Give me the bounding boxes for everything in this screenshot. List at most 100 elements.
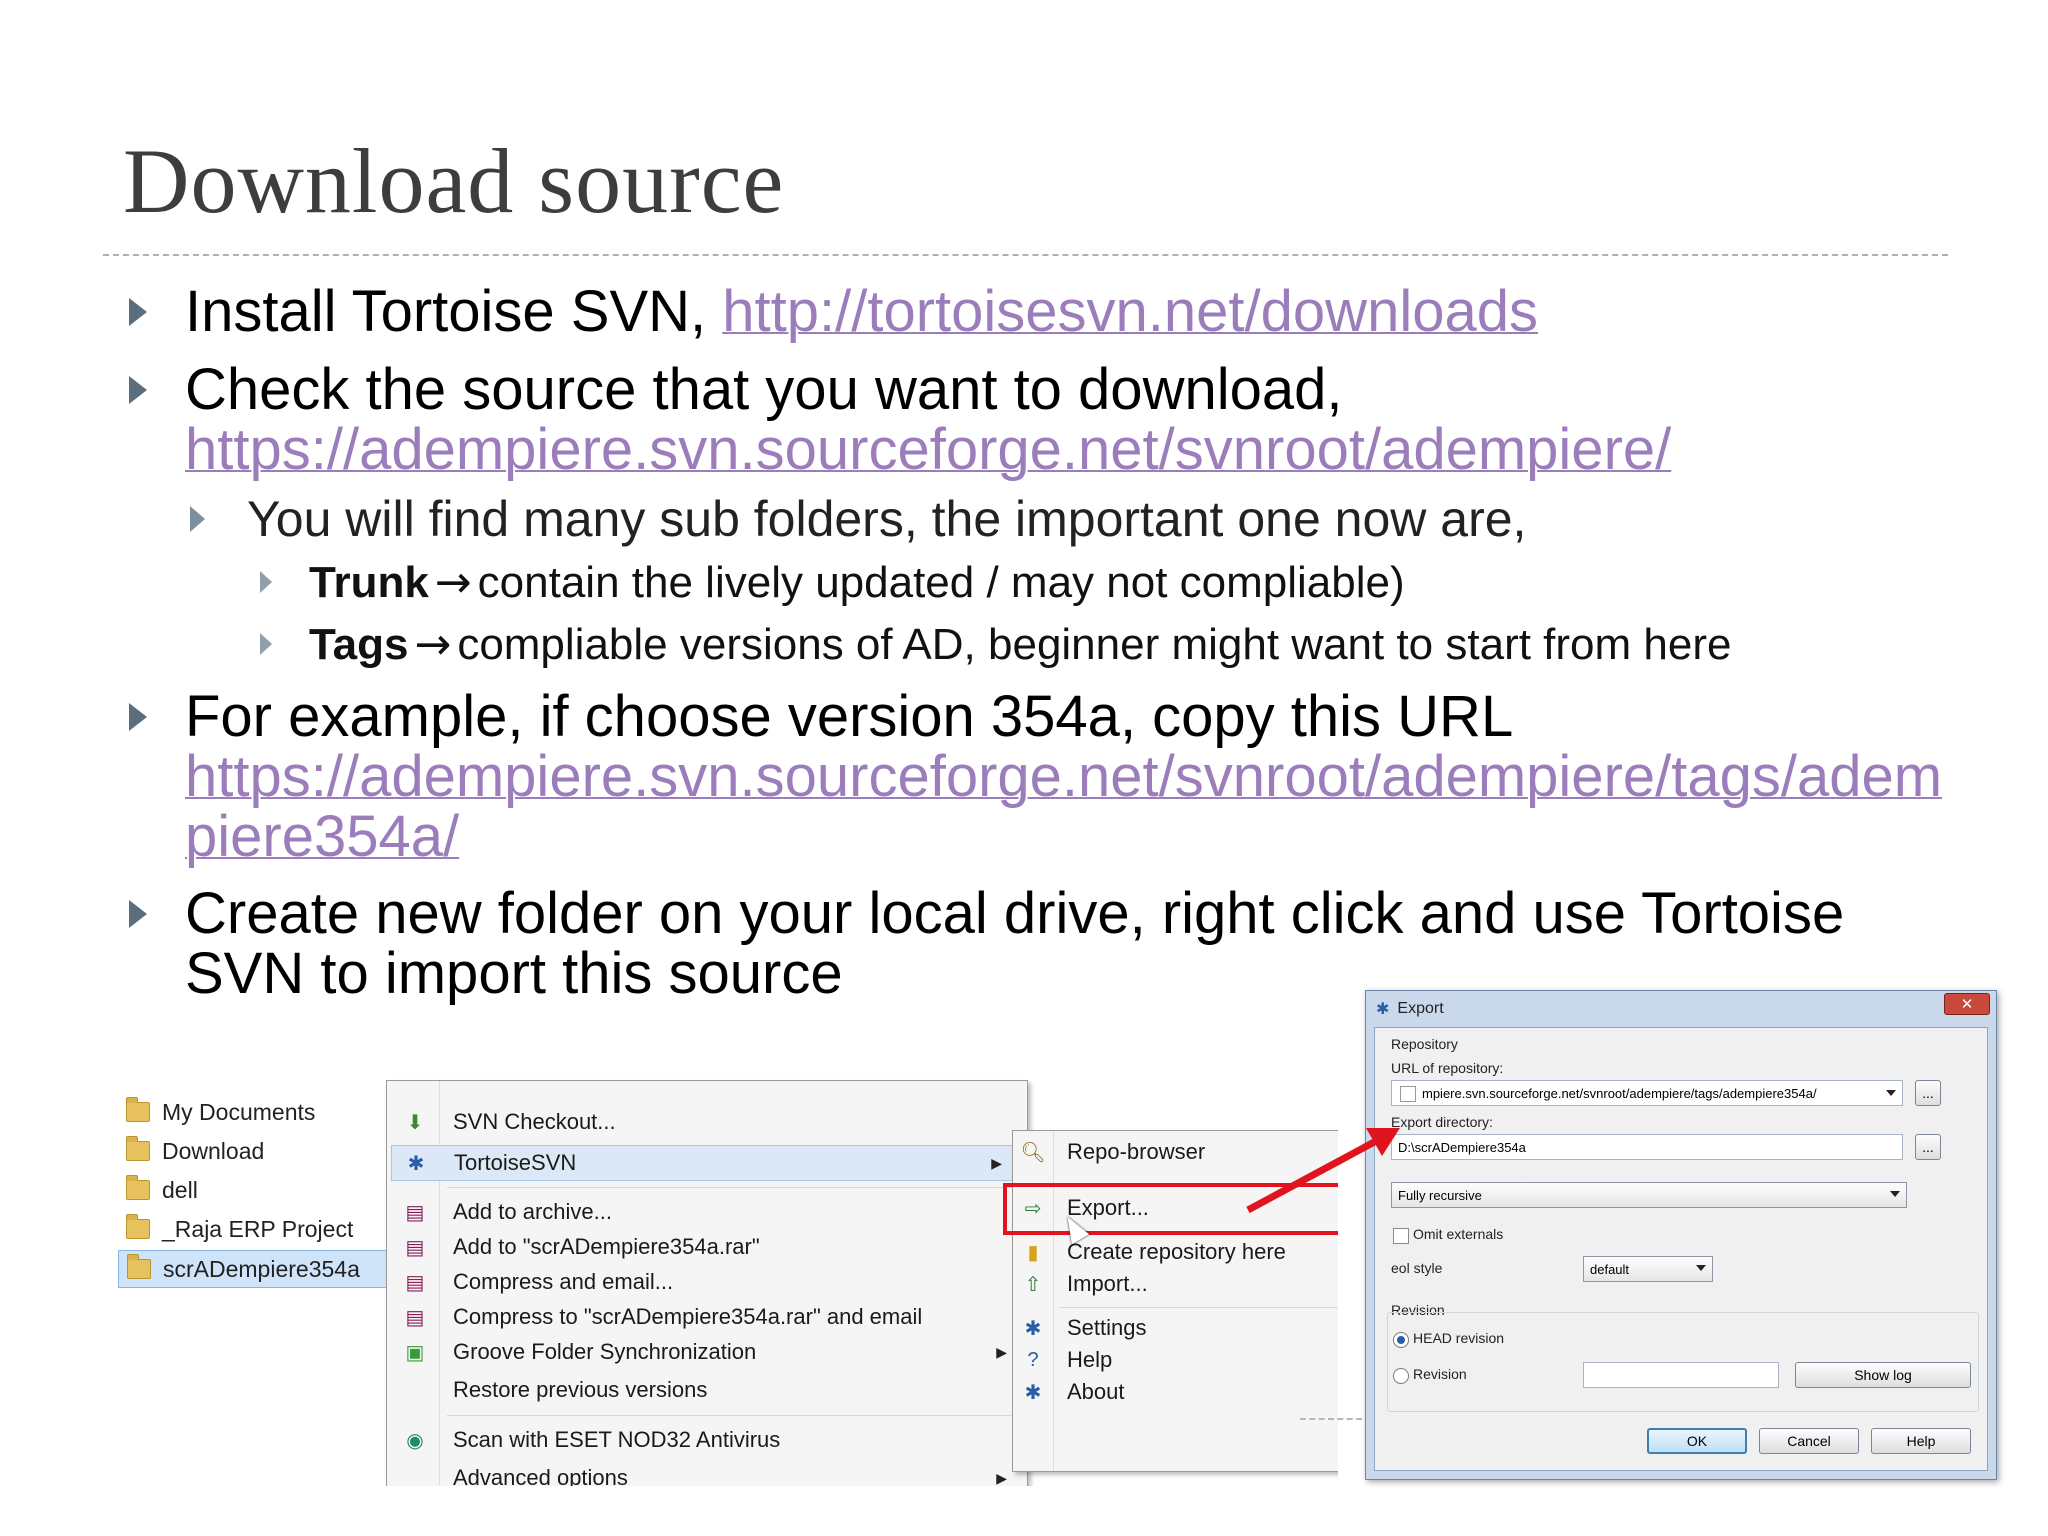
tortoise-download-link[interactable]: http://tortoisesvn.net/downloads bbox=[722, 279, 1538, 344]
menu-advanced-options[interactable]: Advanced options ▶ bbox=[387, 1461, 1027, 1486]
file-icon bbox=[1400, 1086, 1416, 1102]
bullet-text: You will find many sub folders, the impo… bbox=[247, 491, 1527, 547]
menu-tortoisesvn[interactable]: ✱ TortoiseSVN ▶ bbox=[391, 1145, 1023, 1181]
url-combo[interactable]: mpiere.svn.sourceforge.net/svnroot/ademp… bbox=[1391, 1080, 1903, 1106]
sub-sub-bullet-trunk: Trunk → contain the lively updated / may n… bbox=[260, 557, 1405, 608]
menu-compress-rar-email[interactable]: ▤ Compress to "scrADempiere354a.rar" and … bbox=[387, 1300, 1027, 1334]
settings-icon: ✱ bbox=[1024, 1317, 1042, 1340]
ok-button[interactable]: OK bbox=[1647, 1428, 1747, 1454]
chevron-down-icon bbox=[1890, 1191, 1900, 1197]
right-arrow-icon: → bbox=[434, 557, 472, 608]
winrar-icon: ▤ bbox=[405, 1201, 425, 1224]
menu-create-repo[interactable]: ▮ Create repository here bbox=[1013, 1235, 1338, 1269]
bullet-check-source-link: https://adempiere.svn.sourceforge.net/sv… bbox=[185, 416, 1671, 483]
slide-title: Download source bbox=[123, 130, 785, 232]
adempiere-svn-link[interactable]: https://adempiere.svn.sourceforge.net/sv… bbox=[185, 417, 1671, 482]
menu-add-archive[interactable]: ▤ Add to archive... bbox=[387, 1195, 1027, 1229]
menu-eset-scan[interactable]: ◉ Scan with ESET NOD32 Antivirus bbox=[387, 1423, 1027, 1457]
tags-label: Tags bbox=[309, 620, 409, 669]
menu-about[interactable]: ✱ About bbox=[1013, 1375, 1338, 1409]
bullet-check-source: Check the source that you want to downlo… bbox=[129, 356, 1343, 423]
bullet-arrow-icon bbox=[190, 506, 205, 532]
menu-add-rar[interactable]: ▤ Add to "scrADempiere354a.rar" bbox=[387, 1230, 1027, 1264]
revision-input[interactable] bbox=[1583, 1362, 1779, 1388]
export-highlight-box bbox=[1003, 1183, 1338, 1235]
context-menu: ⬇ SVN Checkout... ✱ TortoiseSVN ▶ ▤ Add to a… bbox=[386, 1080, 1028, 1486]
bullet-arrow-icon bbox=[129, 703, 147, 731]
url-label: URL of repository: bbox=[1391, 1060, 1504, 1076]
chevron-down-icon bbox=[1886, 1090, 1896, 1096]
head-revision-label: HEAD revision bbox=[1413, 1330, 1505, 1346]
bullet-arrow-icon bbox=[260, 633, 272, 655]
export-dir-label: Export directory: bbox=[1391, 1114, 1493, 1130]
browse-dir-button[interactable]: ... bbox=[1915, 1134, 1941, 1160]
submenu-arrow-icon: ▶ bbox=[991, 1154, 1002, 1171]
folder-dell[interactable]: dell bbox=[126, 1172, 198, 1208]
revision-label: Revision bbox=[1413, 1366, 1467, 1382]
menu-groove-sync[interactable]: ▣ Groove Folder Synchronization ▶ bbox=[387, 1335, 1027, 1369]
cancel-button[interactable]: Cancel bbox=[1759, 1428, 1859, 1454]
winrar-icon: ▤ bbox=[405, 1236, 425, 1259]
sub-bullet-subfolders: You will find many sub folders, the impo… bbox=[190, 490, 1527, 548]
bullet-create-folder-cont: SVN to import this source bbox=[185, 940, 843, 1007]
export-dir-field[interactable]: D:\scrADempiere354a bbox=[1391, 1134, 1903, 1160]
menu-repo-browser[interactable]: 🔍︎ Repo-browser bbox=[1013, 1135, 1338, 1169]
bullet-text: Install Tortoise SVN, bbox=[185, 279, 723, 344]
bullet-install: Install Tortoise SVN, http://tortoisesvn… bbox=[129, 278, 1538, 345]
tortoise-icon: ✱ bbox=[407, 1152, 425, 1175]
chevron-down-icon bbox=[1696, 1265, 1706, 1271]
revision-radio[interactable] bbox=[1393, 1368, 1409, 1384]
create-repo-icon: ▮ bbox=[1027, 1241, 1039, 1264]
folder-icon bbox=[126, 1214, 150, 1239]
bullet-arrow-icon bbox=[129, 376, 147, 404]
folder-scradempiere[interactable]: scrADempiere354a bbox=[118, 1250, 398, 1288]
tags-text: compliable versions of AD, beginner migh… bbox=[457, 620, 1732, 669]
folder-my-documents[interactable]: My Documents bbox=[126, 1094, 315, 1130]
svn-checkout-icon: ⬇ bbox=[406, 1111, 424, 1134]
help-button[interactable]: Help bbox=[1871, 1428, 1971, 1454]
adempiere-tag-link[interactable]: https://adempiere.svn.sourceforge.net/sv… bbox=[185, 744, 1942, 809]
help-icon: ? bbox=[1027, 1348, 1039, 1371]
trunk-text: contain the lively updated / may not com… bbox=[477, 558, 1405, 607]
explorer-screenshot: My Documents Download dell _Raja ERP Pro… bbox=[68, 1072, 1338, 1486]
groove-icon: ▣ bbox=[405, 1341, 425, 1364]
import-icon: ⇧ bbox=[1024, 1273, 1042, 1296]
browse-url-button[interactable]: ... bbox=[1915, 1080, 1941, 1106]
depth-select[interactable]: Fully recursive bbox=[1391, 1182, 1907, 1208]
menu-svn-checkout[interactable]: ⬇ SVN Checkout... bbox=[387, 1105, 1027, 1139]
adempiere-tag-link-cont[interactable]: piere354a/ bbox=[185, 804, 459, 869]
menu-restore-versions[interactable]: Restore previous versions bbox=[387, 1373, 1027, 1407]
head-revision-radio[interactable] bbox=[1393, 1332, 1409, 1348]
menu-import[interactable]: ⇧ Import... bbox=[1013, 1267, 1338, 1301]
dashed-connector bbox=[1300, 1418, 1362, 1420]
submenu-arrow-icon: ▶ bbox=[996, 1343, 1007, 1360]
menu-help[interactable]: ? Help bbox=[1013, 1343, 1338, 1377]
bullet-text: Create new folder on your local drive, r… bbox=[185, 881, 1845, 946]
folder-tree: My Documents Download dell _Raja ERP Pro… bbox=[96, 1080, 398, 1486]
omit-externals-checkbox[interactable] bbox=[1393, 1228, 1409, 1244]
winrar-icon: ▤ bbox=[405, 1271, 425, 1294]
folder-download[interactable]: Download bbox=[126, 1133, 264, 1169]
export-dialog: ✱ Export ✕ Repository URL of repository:… bbox=[1365, 990, 1997, 1480]
tortoisesvn-submenu: 🔍︎ Repo-browser ⇨ Export... ▮ Create reposi… bbox=[1003, 1130, 1338, 1472]
show-log-button[interactable]: Show log bbox=[1795, 1362, 1971, 1388]
dialog-body: Repository URL of repository: mpiere.svn… bbox=[1374, 1027, 1988, 1471]
menu-settings[interactable]: ✱ Settings bbox=[1013, 1311, 1338, 1345]
folder-raja-erp[interactable]: _Raja ERP Project bbox=[126, 1211, 353, 1247]
trunk-label: Trunk bbox=[309, 558, 429, 607]
eol-style-label: eol style bbox=[1391, 1260, 1443, 1276]
bullet-example: For example, if choose version 354a, cop… bbox=[129, 683, 1513, 750]
bullet-text: Check the source that you want to downlo… bbox=[185, 357, 1343, 422]
repository-group-label: Repository bbox=[1391, 1036, 1458, 1052]
submenu-arrow-icon: ▶ bbox=[996, 1469, 1007, 1486]
menu-gutter bbox=[1053, 1131, 1054, 1471]
folder-icon bbox=[127, 1254, 151, 1279]
dialog-title-bar: ✱ Export bbox=[1376, 995, 1444, 1023]
close-button[interactable]: ✕ bbox=[1944, 993, 1990, 1015]
eol-style-select[interactable]: default bbox=[1583, 1256, 1713, 1282]
example-url-line1: https://adempiere.svn.sourceforge.net/sv… bbox=[185, 743, 1942, 810]
folder-icon bbox=[126, 1175, 150, 1200]
menu-separator bbox=[447, 1187, 1021, 1188]
menu-compress-email[interactable]: ▤ Compress and email... bbox=[387, 1265, 1027, 1299]
dialog-title: Export bbox=[1397, 1000, 1444, 1017]
